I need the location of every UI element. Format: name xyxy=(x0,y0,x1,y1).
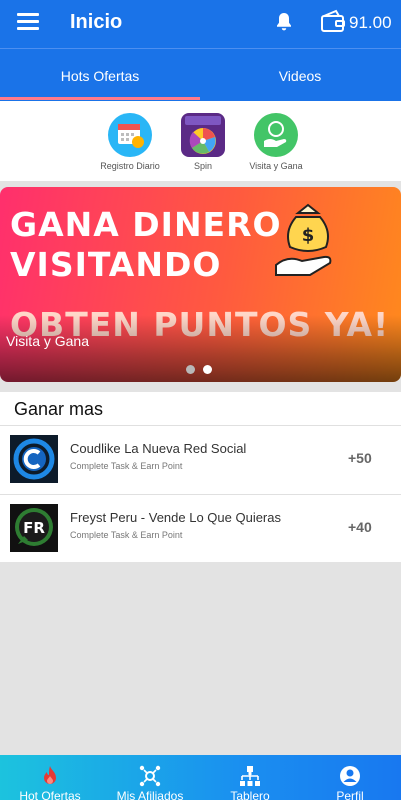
promo-banner[interactable]: GANA DINERO VISITANDO $ OBTEN PUNTOS YA!… xyxy=(0,187,401,382)
offer-item[interactable]: FR Freyst Peru - Vende Lo Que Quieras Co… xyxy=(0,494,401,562)
nav-label: Hot Ofertas xyxy=(19,789,81,800)
offer-item[interactable]: Coudlike La Nueva Red Social Complete Ta… xyxy=(0,426,401,494)
offer-title: Coudlike La Nueva Red Social xyxy=(70,441,247,456)
coudlike-logo xyxy=(10,435,58,483)
network-icon xyxy=(139,765,161,787)
bell-icon[interactable] xyxy=(272,10,296,34)
banner-headline-2: VISITANDO xyxy=(10,245,222,284)
shortcut-label: Visita y Gana xyxy=(249,161,303,171)
nav-label: Tablero xyxy=(230,789,270,800)
tab-bar: Hots Ofertas Videos xyxy=(0,48,401,101)
shortcut-row: Registro Diario Spin Visita y Gana xyxy=(0,101,401,181)
section-title: Ganar mas xyxy=(14,399,104,419)
carousel-dots xyxy=(186,361,216,379)
nav-label: Mis Afiliados xyxy=(116,789,184,800)
carousel-dot-active[interactable] xyxy=(203,365,213,374)
banner-headline-1: GANA DINERO xyxy=(10,205,282,244)
shortcut-label: Registro Diario xyxy=(100,161,160,171)
freyst-logo: FR xyxy=(10,504,58,552)
nav-hot-ofertas[interactable]: Hot Ofertas xyxy=(0,755,100,800)
shortcut-visita-y-gana[interactable]: Visita y Gana xyxy=(236,113,316,171)
shortcut-registro-diario[interactable]: Registro Diario xyxy=(90,113,170,171)
hand-money-icon xyxy=(254,113,298,157)
nav-label: Perfil xyxy=(336,789,364,800)
offer-points: +40 xyxy=(348,519,372,535)
user-icon xyxy=(340,766,360,786)
active-tab-indicator xyxy=(0,97,200,100)
nav-tablero[interactable]: Tablero xyxy=(200,755,300,800)
svg-text:$: $ xyxy=(302,225,315,246)
offer-points: +50 xyxy=(348,450,372,466)
svg-text:FR: FR xyxy=(23,519,45,537)
money-bag-hand-icon: $ xyxy=(275,203,332,276)
app-bar: Inicio 91.00 xyxy=(0,0,401,48)
offer-title: Freyst Peru - Vende Lo Que Quieras xyxy=(70,510,281,525)
carousel-dot[interactable] xyxy=(186,365,195,374)
shortcut-spin[interactable]: Spin xyxy=(163,113,243,171)
menu-icon[interactable] xyxy=(17,13,39,31)
banner-caption: Visita y Gana xyxy=(6,333,90,349)
earn-more-section: Ganar mas Coudlike La Nueva Red Social C… xyxy=(0,392,401,562)
spin-wheel-icon xyxy=(181,113,225,157)
page-title: Inicio xyxy=(70,11,123,33)
calendar-icon xyxy=(108,113,152,157)
trophy-icon xyxy=(240,766,260,786)
offer-subtitle: Complete Task & Earn Point xyxy=(70,530,183,540)
wallet-icon[interactable] xyxy=(319,8,347,36)
bottom-navigation: Hot Ofertas Mis Afiliados Tablero Perfil xyxy=(0,755,401,800)
shortcut-label: Spin xyxy=(193,161,212,171)
tab-hots-ofertas[interactable]: Hots Ofertas xyxy=(0,49,200,101)
fire-icon xyxy=(44,766,56,784)
nav-mis-afiliados[interactable]: Mis Afiliados xyxy=(100,755,200,800)
tab-videos[interactable]: Videos xyxy=(200,49,400,101)
offer-subtitle: Complete Task & Earn Point xyxy=(70,461,183,471)
wallet-balance: 91.00 xyxy=(349,13,392,32)
nav-perfil[interactable]: Perfil xyxy=(300,755,400,800)
